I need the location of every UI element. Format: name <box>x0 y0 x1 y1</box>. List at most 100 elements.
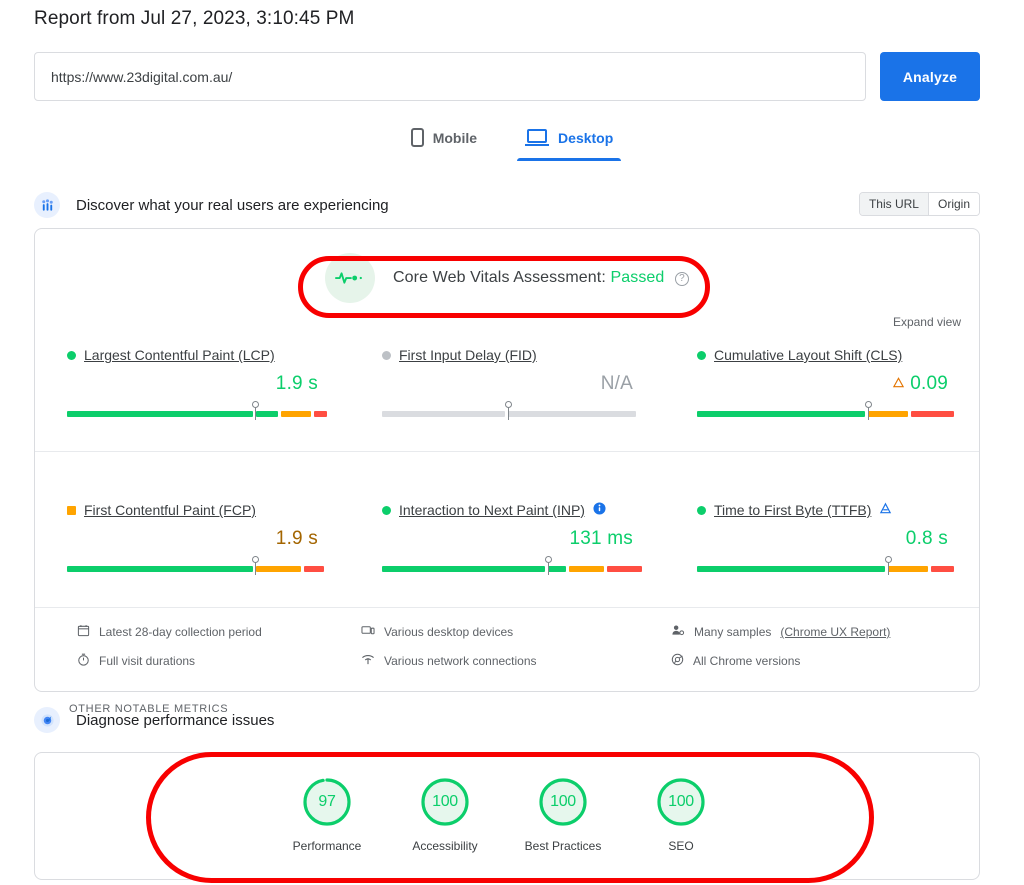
metric-label-row: First Contentful Paint (FCP) <box>67 502 318 518</box>
meta-item-5: All Chrome versions <box>671 653 981 669</box>
metric-name-link[interactable]: Largest Contentful Paint (LCP) <box>84 347 275 363</box>
metric-name-link[interactable]: First Contentful Paint (FCP) <box>84 502 256 518</box>
expand-view-button[interactable]: Expand view <box>893 315 961 329</box>
meta-item-2: Many samples (Chrome UX Report) <box>671 624 981 640</box>
bar-segment-0 <box>382 566 546 572</box>
bar-segment-2 <box>911 411 954 417</box>
gauge-score-value: 100 <box>550 793 576 810</box>
metric-value: 1.9 s <box>67 528 318 550</box>
metric-core-1: First Input Delay (FID) N/A <box>350 347 665 420</box>
page-title: Report from Jul 27, 2023, 3:10:45 PM <box>34 8 355 29</box>
tab-desktop[interactable]: Desktop <box>517 124 622 161</box>
meta-item-text: Latest 28-day collection period <box>99 625 262 639</box>
bar-segment-0 <box>697 411 866 417</box>
meta-row-bottom: Full visit durations Various network conn… <box>35 653 981 669</box>
bar-segment-2 <box>281 411 312 417</box>
tab-mobile[interactable]: Mobile <box>403 124 485 161</box>
calendar-icon <box>77 624 90 640</box>
metric-value: 0.09 <box>697 373 948 395</box>
score-gauges: 97 Performance 100 Accessibility 100 Best Pra… <box>35 777 981 853</box>
metric-distribution-bar <box>382 401 636 420</box>
cwv-label: Core Web Vitals Assessment: Passed ? <box>393 269 689 287</box>
scope-this-url[interactable]: This URL <box>859 193 928 215</box>
metric-status-dot <box>67 350 76 360</box>
metric-value: 0.8 s <box>697 528 948 550</box>
samples-icon <box>671 624 685 640</box>
metric-marker <box>251 556 260 575</box>
metric-marker <box>504 401 513 420</box>
chrome-icon <box>671 653 684 669</box>
metric-distribution-bar <box>697 556 954 575</box>
metric-marker <box>251 401 260 420</box>
score-gauge-3[interactable]: 100 SEO <box>653 777 709 853</box>
bar-segment-1 <box>507 411 636 417</box>
core-metrics-row: Largest Contentful Paint (LCP) 1.9 s First… <box>35 347 981 420</box>
metric-name-link[interactable]: First Input Delay (FID) <box>399 347 537 363</box>
bar-segment-2 <box>303 566 324 572</box>
gauge-ring: 100 <box>656 777 706 827</box>
pagespeed-insights-report: Report from Jul 27, 2023, 3:10:45 PM Ana… <box>0 0 1024 885</box>
metric-name-link[interactable]: Cumulative Layout Shift (CLS) <box>714 347 902 363</box>
gauge-category-label: SEO <box>668 839 694 853</box>
desktop-icon <box>525 129 550 146</box>
metric-status-dot <box>382 350 391 360</box>
score-gauge-0[interactable]: 97 Performance <box>293 777 361 853</box>
bar-segment-0 <box>697 566 886 572</box>
metric-distribution-bar <box>67 401 327 420</box>
bar-segment-0 <box>67 566 253 572</box>
metric-value-text: N/A <box>600 373 633 394</box>
bar-segment-0 <box>67 411 253 417</box>
gauge-score-value: 97 <box>318 793 336 810</box>
bar-segment-1 <box>868 411 909 417</box>
metric-label-row: Time to First Byte (TTFB) <box>697 502 948 518</box>
url-analyze-row: Analyze <box>34 52 980 101</box>
meta-item-1: Various desktop devices <box>361 624 671 640</box>
speedometer-icon <box>34 707 60 733</box>
meta-item-0: Latest 28-day collection period <box>35 624 361 640</box>
metric-distribution-bar <box>382 556 642 575</box>
score-gauge-2[interactable]: 100 Best Practices <box>525 777 601 853</box>
bar-segment-0 <box>382 411 505 417</box>
diagnose-section-heading: Diagnose performance issues <box>34 707 274 733</box>
bar-segment-3 <box>606 566 642 572</box>
meta-item-text: Various desktop devices <box>384 625 514 639</box>
metric-status-dot <box>697 505 706 515</box>
metric-marker <box>884 556 893 575</box>
analyze-button[interactable]: Analyze <box>880 52 980 101</box>
metric-status-dot <box>697 350 706 360</box>
metric-value: N/A <box>382 373 633 395</box>
meta-item-4: Various network connections <box>361 653 671 669</box>
chrome-ux-report-link[interactable]: (Chrome UX Report) <box>780 625 890 639</box>
lighthouse-scores-card: 97 Performance 100 Accessibility 100 Best Pra… <box>34 752 980 880</box>
devices-icon <box>361 624 375 640</box>
other-metrics-row: First Contentful Paint (FCP) 1.9 s Interac… <box>35 502 981 575</box>
meta-item-text: Full visit durations <box>99 654 196 668</box>
wifi-icon <box>361 653 375 669</box>
url-input[interactable] <box>34 52 866 101</box>
crux-heading-text: Discover what your real users are experi… <box>76 196 389 214</box>
metric-name-link[interactable]: Interaction to Next Paint (INP) <box>399 502 585 518</box>
metric-label-row: Interaction to Next Paint (INP) <box>382 502 633 518</box>
meta-item-text: Various network connections <box>384 654 537 668</box>
metric-core-0: Largest Contentful Paint (LCP) 1.9 s <box>35 347 350 420</box>
scope-origin[interactable]: Origin <box>927 193 979 215</box>
experimental-triangle-icon[interactable] <box>879 502 892 518</box>
metric-marker <box>864 401 873 420</box>
field-data-icon <box>34 192 60 218</box>
crux-section-heading: Discover what your real users are experi… <box>34 192 389 218</box>
gauge-ring: 97 <box>302 777 352 827</box>
help-circle-icon[interactable]: ? <box>674 272 689 286</box>
gauge-category-label: Best Practices <box>524 839 602 853</box>
metric-value-text: 131 ms <box>569 528 633 549</box>
gauge-score-value: 100 <box>432 793 458 810</box>
bar-segment-1 <box>255 566 301 572</box>
metric-status-dot <box>382 505 391 515</box>
metric-value-text: 1.9 s <box>275 373 318 394</box>
tab-desktop-label: Desktop <box>558 129 614 146</box>
score-gauge-1[interactable]: 100 Accessibility <box>412 777 478 853</box>
cwv-status: Passed <box>610 269 665 286</box>
metric-name-link[interactable]: Time to First Byte (TTFB) <box>714 502 871 518</box>
metric-distribution-bar <box>697 401 954 420</box>
scope-toggle: This URL Origin <box>858 192 980 216</box>
info-badge-icon[interactable] <box>593 502 606 518</box>
